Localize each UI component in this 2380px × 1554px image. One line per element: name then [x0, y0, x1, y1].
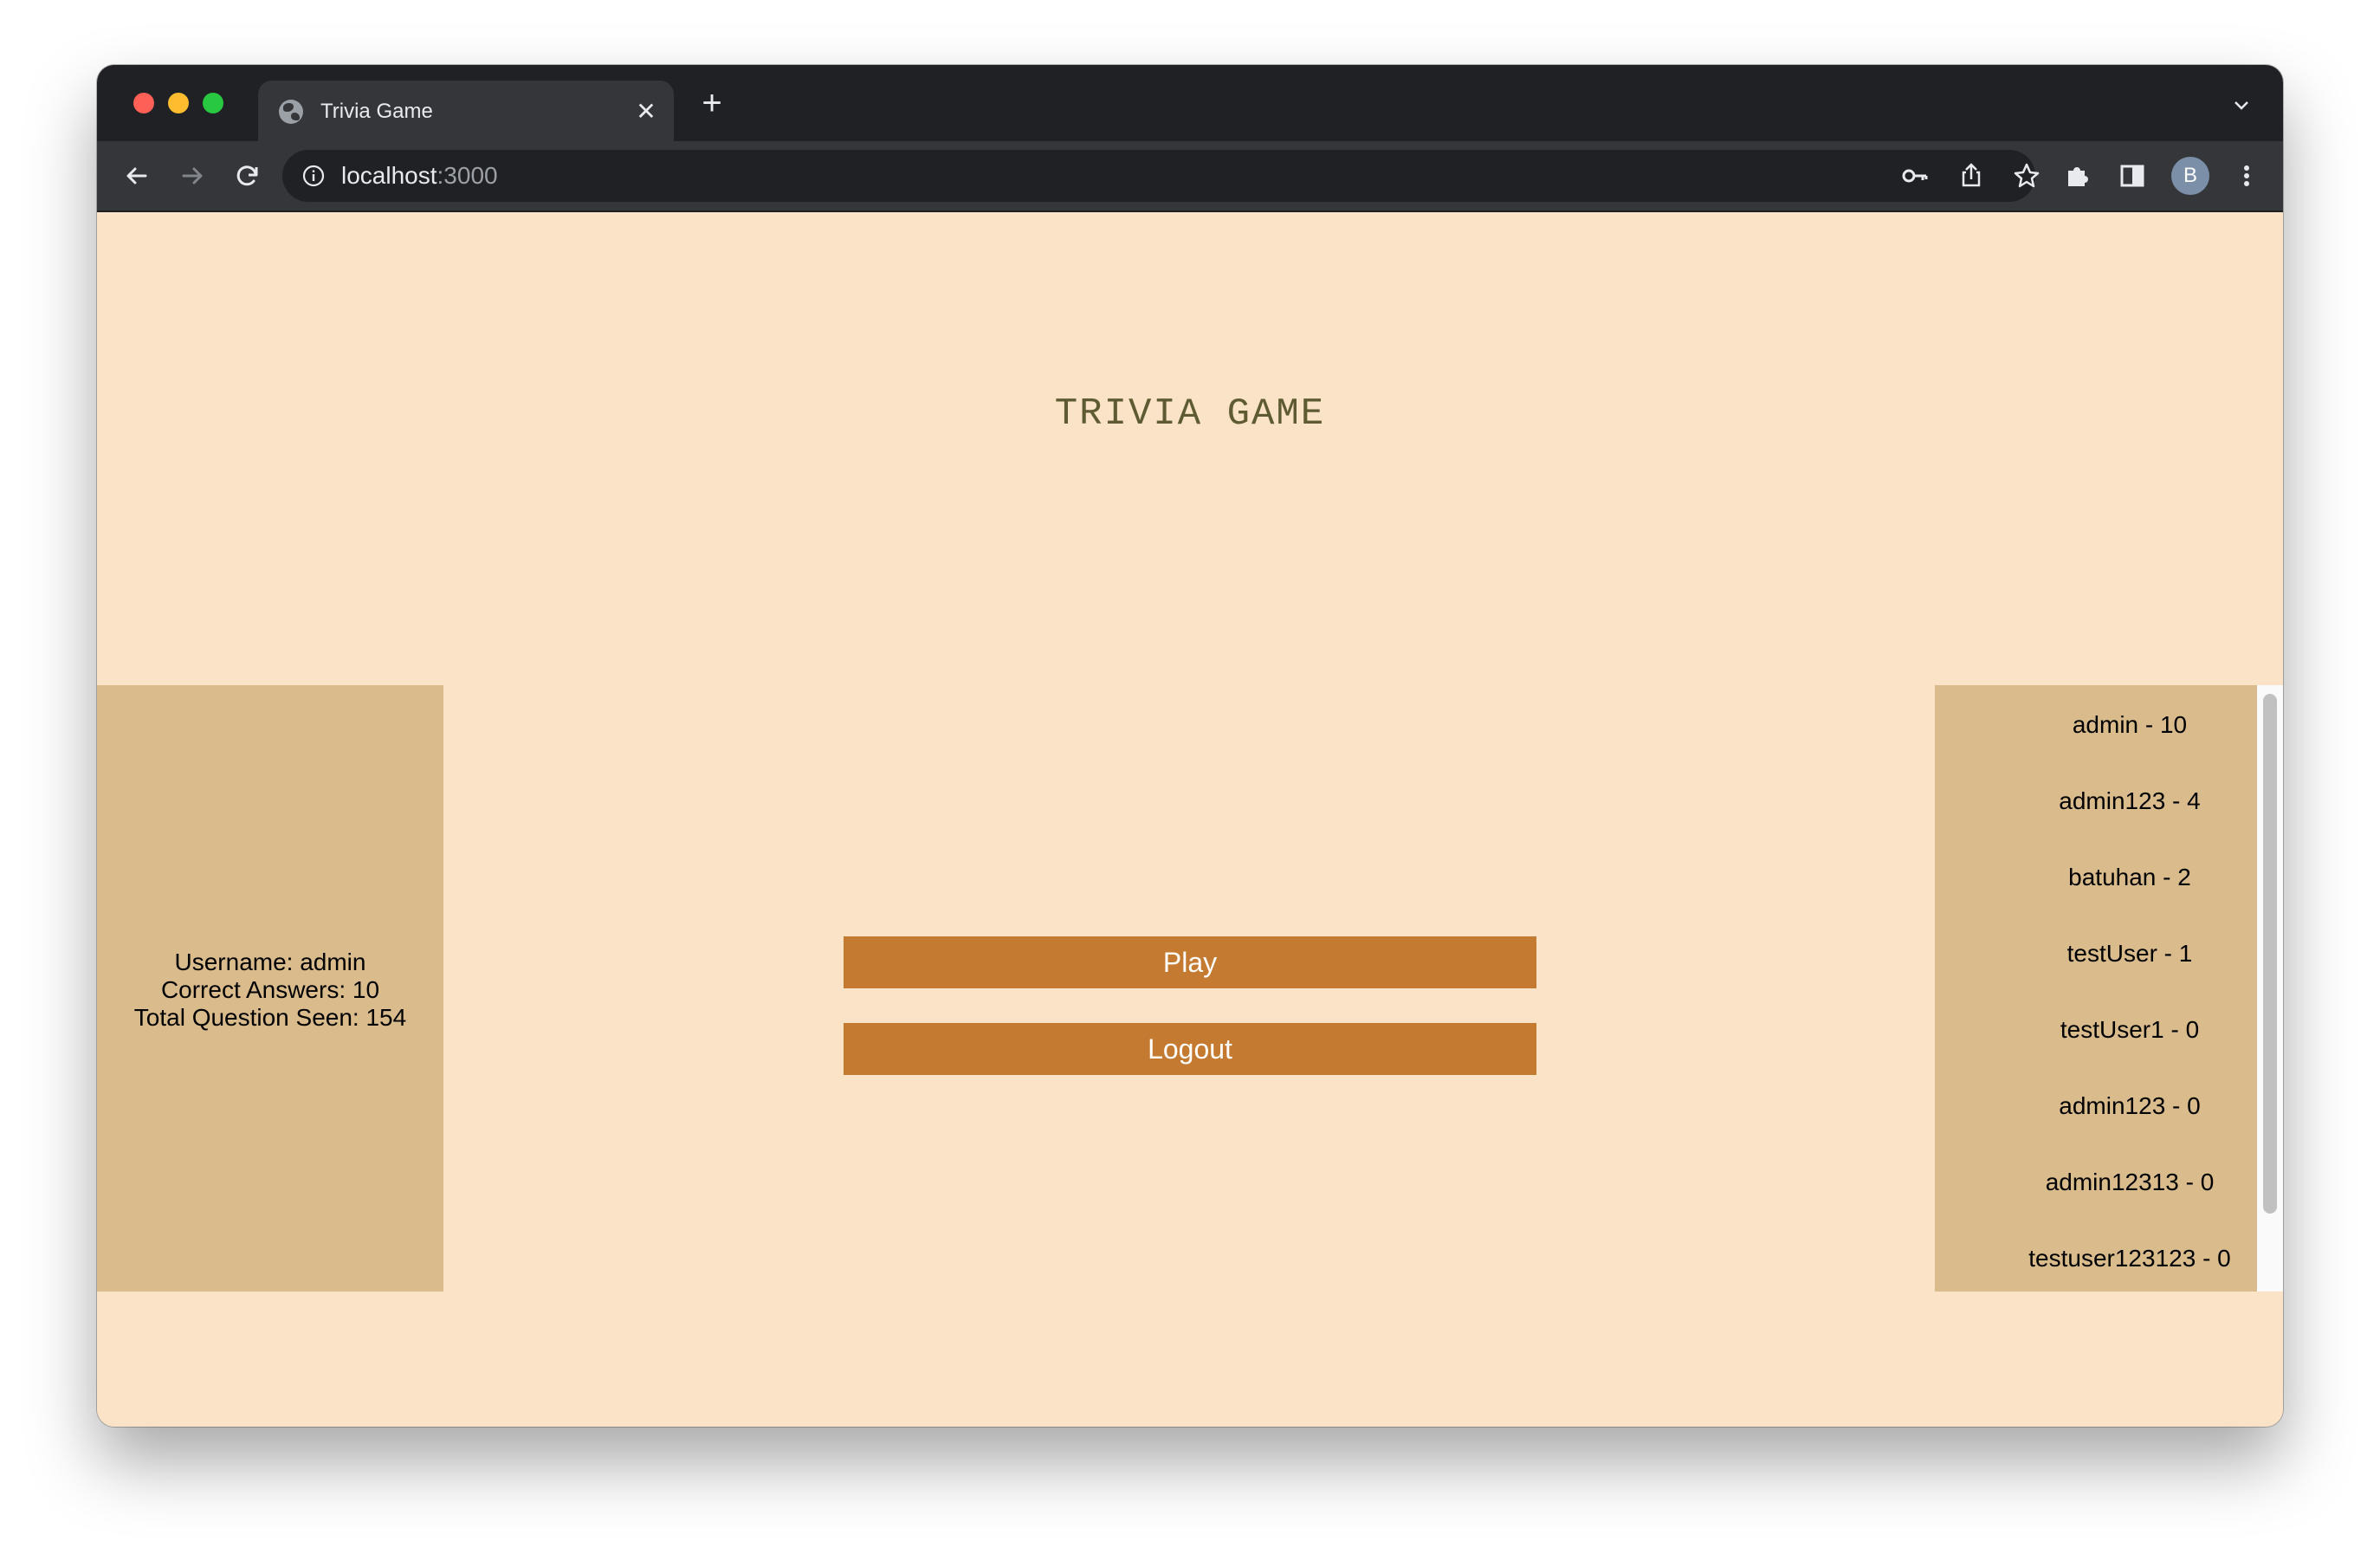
- leaderboard-scrollbar[interactable]: [2257, 685, 2283, 1292]
- key-icon[interactable]: [1897, 157, 1935, 195]
- close-window-button[interactable]: [133, 93, 154, 113]
- puzzle-icon[interactable]: [2058, 157, 2096, 195]
- leaderboard-item: testUser1 - 0: [2060, 1016, 2200, 1043]
- username-text: Username: admin: [174, 949, 366, 975]
- browser-window: Trivia Game ✕ + localhost:3000 B TRIVIA …: [97, 65, 2283, 1427]
- leaderboard-item: admin - 10: [2072, 711, 2188, 738]
- url-host: localhost: [341, 162, 437, 189]
- user-stats-panel: Username: admin Correct Answers: 10 Tota…: [97, 685, 443, 1292]
- tab-close-icon[interactable]: ✕: [631, 96, 662, 127]
- leaderboard-panel: admin - 10 admin123 - 4 batuhan - 2 test…: [1935, 685, 2257, 1292]
- leaderboard-item: admin12313 - 0: [2045, 1169, 2215, 1195]
- side-panel-icon[interactable]: [2113, 157, 2151, 195]
- leaderboard-item: batuhan - 2: [2068, 864, 2191, 890]
- tab-title: Trivia Game: [320, 100, 433, 123]
- minimize-window-button[interactable]: [168, 93, 189, 113]
- kebab-menu-icon[interactable]: [2228, 157, 2266, 195]
- play-button[interactable]: Play: [844, 936, 1536, 988]
- leaderboard-item: admin123 - 0: [2059, 1092, 2201, 1119]
- address-bar[interactable]: localhost:3000: [282, 150, 2040, 202]
- chevron-down-icon[interactable]: [2233, 96, 2250, 113]
- url-text: localhost:3000: [341, 160, 498, 191]
- user-stats: Username: admin Correct Answers: 10 Tota…: [97, 949, 443, 1032]
- browser-toolbar: localhost:3000 B: [97, 141, 2283, 212]
- arrow-right-icon[interactable]: [173, 157, 211, 195]
- logout-button[interactable]: Logout: [844, 1023, 1536, 1075]
- total-questions-text: Total Question Seen: 154: [133, 1004, 407, 1031]
- scrollbar-thumb[interactable]: [2263, 694, 2277, 1214]
- leaderboard-item: testUser - 1: [2066, 940, 2193, 967]
- share-icon[interactable]: [1952, 157, 1990, 195]
- leaderboard-item: admin123 - 4: [2059, 787, 2201, 814]
- page-content: TRIVIA GAME Username: admin Correct Answ…: [97, 212, 2283, 1427]
- reload-icon[interactable]: [229, 157, 267, 195]
- arrow-left-icon[interactable]: [118, 157, 156, 195]
- globe-icon: [279, 100, 303, 124]
- url-port: :3000: [437, 162, 498, 189]
- page-title: TRIVIA GAME: [1054, 392, 1326, 436]
- info-icon[interactable]: [301, 164, 326, 188]
- leaderboard-item: testuser123123 - 0: [2028, 1245, 2231, 1272]
- star-icon[interactable]: [2008, 157, 2046, 195]
- browser-tab[interactable]: Trivia Game ✕: [258, 81, 674, 143]
- profile-avatar[interactable]: B: [2171, 157, 2209, 195]
- new-tab-button[interactable]: +: [693, 84, 731, 122]
- tab-strip: Trivia Game ✕ +: [97, 65, 2283, 143]
- maximize-window-button[interactable]: [203, 93, 223, 113]
- correct-answers-text: Correct Answers: 10: [160, 976, 380, 1003]
